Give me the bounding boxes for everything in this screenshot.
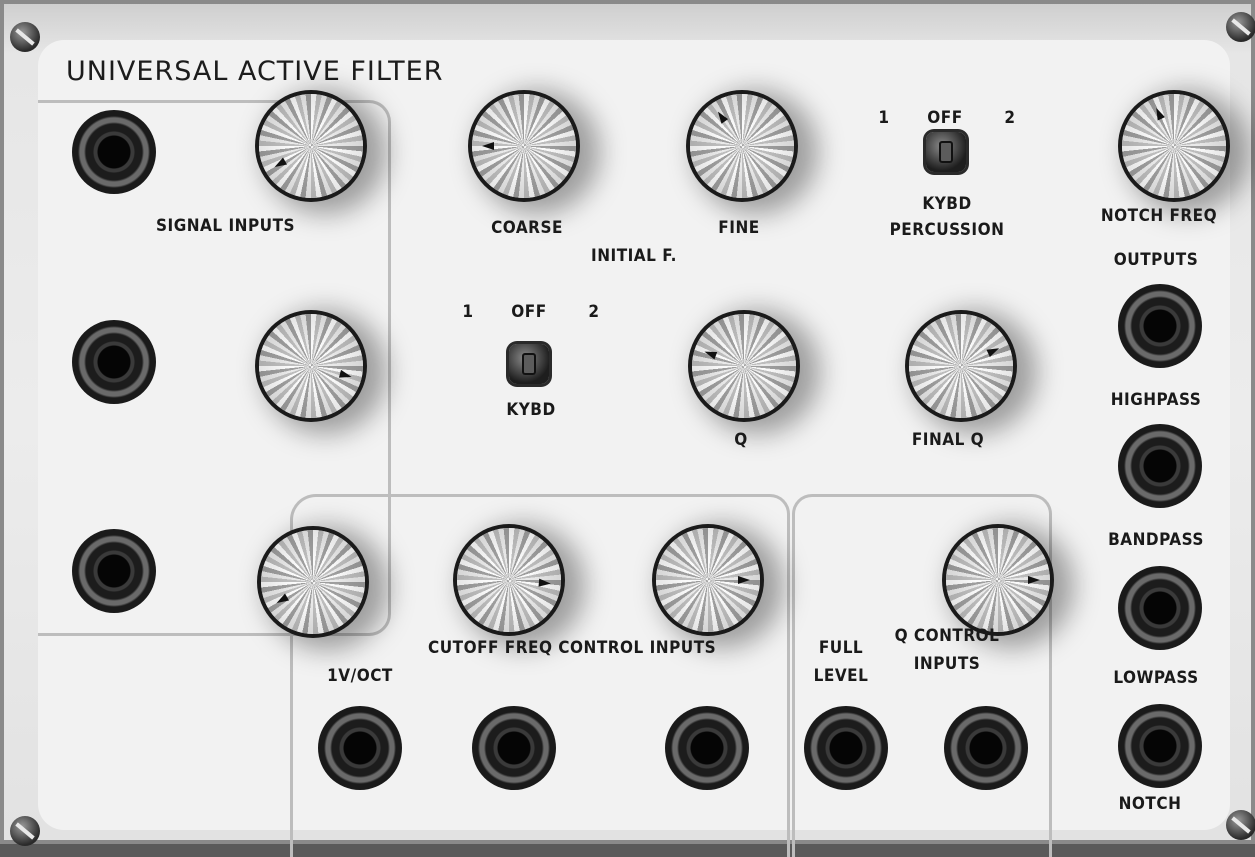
notch-freq-label: NOTCH FREQ: [1100, 206, 1218, 226]
filter-module-panel: UNIVERSAL ACTIVE FILTER SIGNAL INPUTS CO…: [0, 0, 1255, 857]
corner-screw-icon: [1226, 12, 1255, 42]
kybd-switch-position-off: OFF: [511, 302, 547, 322]
signal-input-level-knob-3[interactable]: [261, 530, 365, 634]
q-control-attenuator-knob[interactable]: [946, 528, 1050, 632]
cutoff-control-attenuator-knob-2[interactable]: [656, 528, 760, 632]
cutoff-freq-control-inputs-label: CUTOFF FREQ CONTROL INPUTS: [428, 638, 717, 658]
q-label: Q: [734, 430, 748, 450]
signal-input-jack-1[interactable]: [72, 110, 156, 194]
notch-label: NOTCH: [1118, 794, 1182, 814]
q-knob[interactable]: [692, 314, 796, 418]
kybd-toggle-switch[interactable]: [509, 344, 549, 384]
signal-inputs-label: SIGNAL INPUTS: [156, 216, 296, 236]
percussion-switch-position-1: 1: [878, 108, 890, 128]
final-q-label: FINAL Q: [911, 430, 985, 450]
q-control-inputs-label: Q CONTROL: [894, 626, 1000, 646]
cutoff-control-input-jack-3[interactable]: [665, 706, 749, 790]
cutoff-control-input-jack-2[interactable]: [472, 706, 556, 790]
highpass-label: HIGHPASS: [1110, 390, 1202, 410]
kybd-percussion-label: PERCUSSION: [889, 220, 1005, 240]
q-control-input-jack-2[interactable]: [944, 706, 1028, 790]
q-control-full-level-input-jack[interactable]: [804, 706, 888, 790]
cutoff-control-attenuator-knob-1[interactable]: [457, 528, 561, 632]
kybd-percussion-label: KYBD: [922, 194, 972, 214]
fine-knob[interactable]: [690, 94, 794, 198]
bandpass-output-jack[interactable]: [1118, 566, 1202, 650]
percussion-switch-position-off: OFF: [927, 108, 963, 128]
percussion-switch-position-2: 2: [1004, 108, 1016, 128]
signal-input-jack-3[interactable]: [72, 529, 156, 613]
lowpass-output-jack[interactable]: [1118, 704, 1202, 788]
lowpass-label: LOWPASS: [1113, 668, 1199, 688]
bandpass-label: BANDPASS: [1108, 530, 1204, 550]
full-level-label: FULL: [818, 638, 864, 658]
full-level-label: LEVEL: [813, 666, 869, 686]
output-jack-1[interactable]: [1118, 284, 1202, 368]
corner-screw-icon: [10, 22, 40, 52]
fine-label: FINE: [718, 218, 760, 238]
final-q-knob[interactable]: [909, 314, 1013, 418]
outputs-label: OUTPUTS: [1113, 250, 1199, 270]
initial-f-label: INITIAL F.: [591, 246, 677, 266]
kybd-switch-position-2: 2: [588, 302, 600, 322]
highpass-output-jack[interactable]: [1118, 424, 1202, 508]
q-control-inputs-label: INPUTS: [913, 654, 981, 674]
signal-input-jack-2[interactable]: [72, 320, 156, 404]
module-title: UNIVERSAL ACTIVE FILTER: [66, 56, 444, 87]
coarse-knob[interactable]: [472, 94, 576, 198]
corner-screw-icon: [1226, 810, 1255, 840]
kybd-switch-position-1: 1: [462, 302, 474, 322]
one-v-oct-label: 1V/OCT: [327, 666, 393, 686]
signal-input-level-knob-1[interactable]: [259, 94, 363, 198]
kybd-percussion-toggle-switch[interactable]: [926, 132, 966, 172]
cutoff-1v-oct-input-jack[interactable]: [318, 706, 402, 790]
notch-freq-knob[interactable]: [1122, 94, 1226, 198]
kybd-label: KYBD: [506, 400, 556, 420]
coarse-label: COARSE: [491, 218, 563, 238]
signal-input-level-knob-2[interactable]: [259, 314, 363, 418]
corner-screw-icon: [10, 816, 40, 846]
